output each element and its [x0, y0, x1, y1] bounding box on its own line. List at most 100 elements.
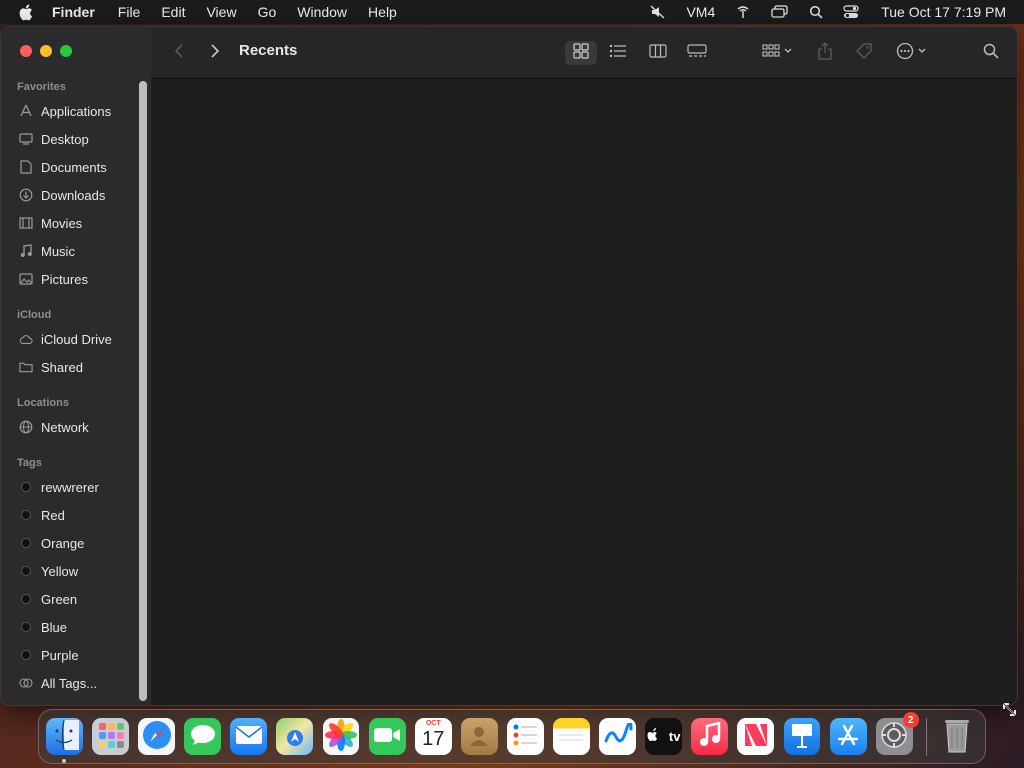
menu-app-name[interactable]: Finder [52, 4, 95, 20]
menu-window[interactable]: Window [297, 4, 347, 20]
dock-messages[interactable] [184, 718, 222, 755]
sidebar-tag-green[interactable]: Green [19, 588, 77, 610]
list-view-icon [609, 44, 627, 63]
dock-notes[interactable] [553, 718, 590, 755]
sidebar-item-shared[interactable]: Shared [19, 356, 83, 378]
sidebar-item-documents[interactable]: Documents [19, 156, 107, 178]
movies-icon [19, 216, 33, 230]
sidebar-item-pictures[interactable]: Pictures [19, 268, 88, 290]
downloads-icon [19, 188, 33, 202]
sidebar-tag-red[interactable]: Red [19, 504, 65, 526]
sidebar-item-icloud-drive[interactable]: iCloud Drive [19, 328, 112, 350]
vm-status[interactable]: VM4 [686, 4, 715, 20]
sidebar-item-label: Network [41, 419, 89, 435]
sidebar-section-tags: Tags [17, 457, 42, 469]
group-by-button[interactable] [757, 41, 797, 65]
message-bubble-icon [189, 723, 217, 750]
mute-icon[interactable] [650, 5, 666, 19]
sidebar-item-downloads[interactable]: Downloads [19, 184, 105, 206]
column-view-icon [649, 43, 667, 63]
back-button[interactable] [169, 41, 189, 65]
sidebar-tag-yellow[interactable]: Yellow [19, 560, 78, 582]
icon-view-button[interactable] [565, 41, 597, 65]
dock-facetime[interactable] [368, 718, 406, 755]
dock-system-settings[interactable]: 2 [875, 712, 919, 755]
tag-dot-icon [21, 650, 31, 660]
zoom-button[interactable] [60, 45, 72, 57]
vpn-signal-icon[interactable] [735, 5, 751, 19]
search-button[interactable] [979, 41, 1003, 65]
gallery-view-icon [687, 43, 707, 63]
minimize-button[interactable] [40, 45, 52, 57]
dock-trash[interactable] [939, 718, 976, 755]
dock-photos[interactable] [322, 718, 360, 755]
safari-compass-icon [141, 719, 173, 754]
list-view-button[interactable] [605, 41, 631, 65]
dock-maps[interactable] [276, 718, 314, 755]
sidebar-tag-orange[interactable]: Orange [19, 532, 84, 554]
menubar-clock[interactable]: Tue Oct 17 7:19 PM [881, 4, 1006, 20]
sidebar-item-music[interactable]: Music [19, 240, 75, 262]
apple-logo-icon[interactable] [18, 4, 34, 20]
applications-icon [19, 104, 33, 118]
dock-calendar[interactable]: OCT 17 [414, 718, 452, 755]
gallery-view-button[interactable] [683, 41, 711, 65]
mouse-cursor-icon [1003, 703, 1017, 722]
trash-can-icon [942, 716, 972, 757]
calendar-month: OCT [425, 720, 441, 727]
file-browser-content[interactable] [151, 79, 1017, 705]
sidebar-item-network[interactable]: Network [19, 416, 89, 438]
share-button[interactable] [815, 41, 835, 65]
dock-contacts[interactable] [460, 718, 498, 755]
dock-news[interactable] [737, 718, 775, 755]
freeform-scribble-icon [603, 721, 633, 750]
close-button[interactable] [20, 45, 32, 57]
sidebar-item-movies[interactable]: Movies [19, 212, 82, 234]
sidebar-section-favorites: Favorites [17, 81, 66, 93]
dock-safari[interactable] [138, 718, 176, 755]
dock-app-store[interactable] [829, 718, 867, 755]
tag-dot-icon [21, 482, 31, 492]
menu-go[interactable]: Go [258, 4, 277, 20]
menu-edit[interactable]: Edit [161, 4, 185, 20]
column-view-button[interactable] [645, 41, 671, 65]
tag-dot-icon [21, 566, 31, 576]
toolbar: Recents [151, 27, 1017, 79]
dock-reminders[interactable] [506, 718, 544, 755]
app-store-icon [835, 722, 861, 751]
all-tags-icon [19, 676, 33, 690]
notes-lines-icon [557, 725, 585, 748]
finder-window: Favorites Applications Desktop Documents… [0, 26, 1018, 706]
forward-button[interactable] [205, 41, 225, 65]
sidebar-scrollbar[interactable] [139, 81, 147, 701]
sidebar-section-icloud: iCloud [17, 309, 52, 321]
dock-freeform[interactable] [599, 718, 637, 755]
dock-mail[interactable] [230, 718, 268, 755]
dock-launchpad[interactable] [92, 718, 129, 755]
sidebar-item-label: Documents [41, 159, 107, 175]
network-icon [19, 420, 33, 434]
more-actions-button[interactable] [895, 41, 931, 65]
dock-finder[interactable] [46, 718, 83, 763]
dock-tv[interactable]: tv [645, 718, 683, 755]
sidebar-tag-purple[interactable]: Purple [19, 644, 79, 666]
sidebar-item-label: Pictures [41, 271, 88, 287]
sidebar-tag-blue[interactable]: Blue [19, 616, 67, 638]
sidebar-item-label: rewwrerer [41, 479, 99, 495]
sidebar-item-label: Downloads [41, 187, 106, 203]
sidebar-all-tags[interactable]: All Tags... [19, 672, 97, 694]
sidebar-item-desktop[interactable]: Desktop [19, 128, 89, 150]
dock-keynote[interactable] [783, 718, 821, 755]
control-center-icon[interactable] [843, 5, 859, 19]
menu-view[interactable]: View [206, 4, 236, 20]
menu-help[interactable]: Help [368, 4, 397, 20]
sidebar-tag-rewwrerer[interactable]: rewwrerer [19, 476, 99, 498]
sidebar-item-applications[interactable]: Applications [19, 100, 111, 122]
spotlight-search-icon[interactable] [809, 5, 823, 19]
tag-button[interactable] [853, 41, 875, 65]
sidebar-item-label: iCloud Drive [41, 331, 112, 347]
screen-mirroring-icon[interactable] [771, 5, 789, 19]
dock-music[interactable] [691, 718, 729, 755]
dock: OCT 17 tv 2 [38, 709, 986, 764]
menu-file[interactable]: File [118, 4, 141, 20]
